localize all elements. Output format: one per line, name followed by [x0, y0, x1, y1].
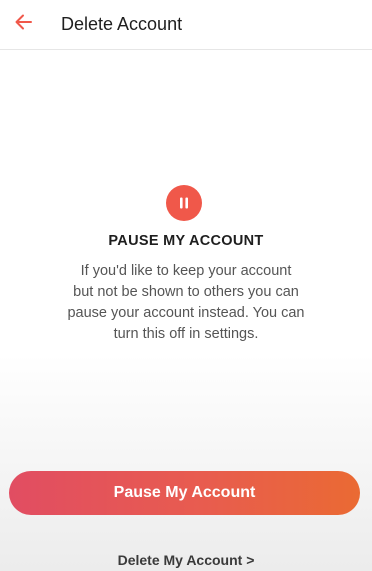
- page-title: Delete Account: [61, 14, 183, 34]
- description-line: but not be shown to others you can: [73, 284, 299, 300]
- description-line: pause your account instead. You can: [67, 305, 305, 321]
- pause-section-title: PAUSE MY ACCOUNT: [108, 233, 264, 249]
- app-header: Delete Account: [0, 0, 372, 50]
- back-button[interactable]: [4, 5, 44, 45]
- pause-account-button[interactable]: Pause My Account: [9, 471, 360, 515]
- arrow-left-icon: [15, 14, 33, 35]
- description-line: turn this off in settings.: [113, 326, 259, 342]
- delete-account-link[interactable]: Delete My Account >: [0, 552, 372, 568]
- description-line: If you'd like to keep your account: [80, 263, 292, 279]
- pause-description: If you'd like to keep your account but n…: [36, 261, 336, 345]
- pause-icon: [166, 185, 202, 221]
